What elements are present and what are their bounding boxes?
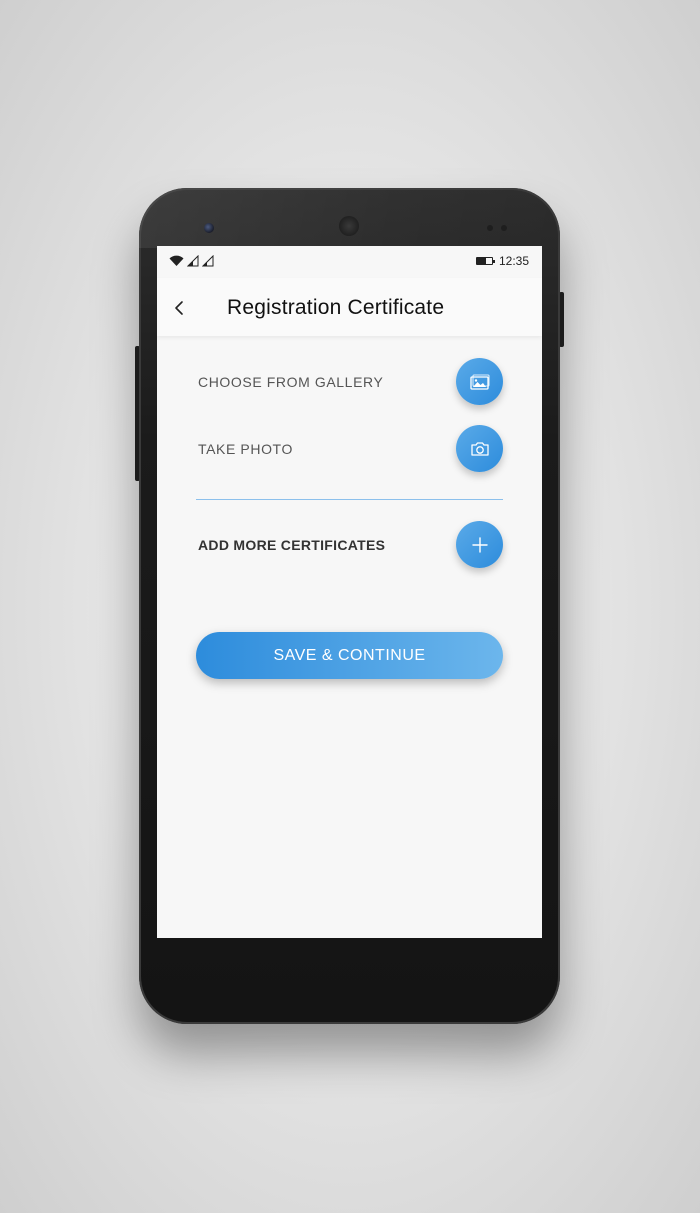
gallery-icon (469, 373, 490, 390)
back-arrow-icon[interactable] (171, 296, 187, 320)
gallery-button[interactable] (456, 358, 503, 405)
app-bar: Registration Certificate (157, 278, 542, 336)
add-more-button[interactable] (456, 521, 503, 568)
signal-icon (187, 255, 199, 267)
battery-icon (475, 257, 495, 265)
take-photo-label[interactable]: TAKE PHOTO (198, 441, 293, 457)
status-time: 12:35 (498, 254, 529, 268)
page-title: Registration Certificate (227, 296, 445, 319)
signal-icon-secondary (202, 255, 214, 267)
save-continue-button[interactable]: SAVE & CONTINUE (196, 632, 503, 679)
wifi-icon (169, 255, 184, 266)
choose-from-gallery-label[interactable]: CHOOSE FROM GALLERY (198, 374, 383, 390)
status-icons-left (169, 255, 214, 267)
plus-icon (471, 536, 488, 553)
proximity-sensor (487, 225, 511, 231)
section-divider (196, 499, 503, 500)
status-icons-right: 12:35 (475, 254, 529, 268)
add-more-certificates-label[interactable]: ADD MORE CERTIFICATES (198, 537, 385, 553)
phone-screen: 12:35 Registration Certificate CHOOSE FR… (157, 246, 542, 938)
status-bar: 12:35 (157, 246, 542, 278)
take-photo-button[interactable] (456, 425, 503, 472)
camera-icon (470, 441, 489, 456)
earpiece-speaker (339, 216, 359, 236)
front-camera (204, 223, 214, 233)
